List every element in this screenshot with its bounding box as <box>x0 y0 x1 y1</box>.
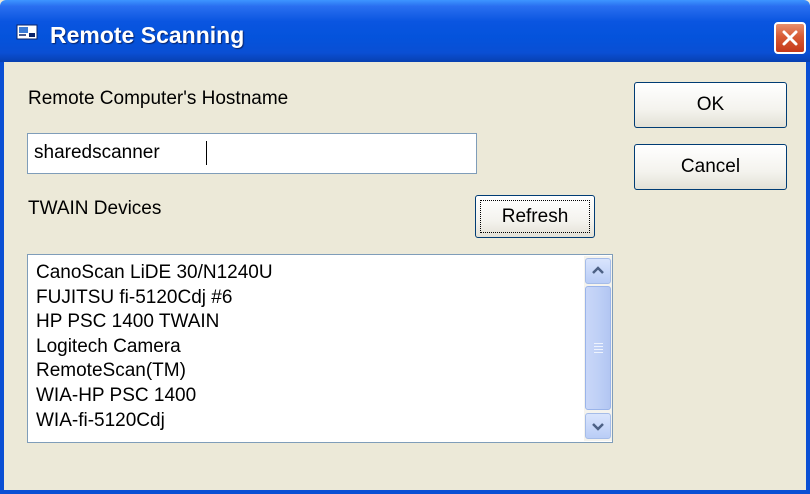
hostname-input[interactable]: sharedscanner <box>27 133 477 174</box>
refresh-button[interactable]: Refresh <box>475 195 595 238</box>
list-item[interactable]: WIA-HP PSC 1400 <box>36 384 273 409</box>
list-item[interactable]: Logitech Camera <box>36 335 273 360</box>
scroll-up-button[interactable] <box>585 258 611 284</box>
window-frame-bottom <box>0 490 810 494</box>
window-frame-right <box>806 62 810 494</box>
hostname-input-value: sharedscanner <box>34 142 160 163</box>
close-button[interactable] <box>774 22 806 54</box>
thumb-grip <box>594 349 603 350</box>
remote-scanning-dialog: Remote Scanning Remote Computer's Hostna… <box>0 0 810 494</box>
chevron-up-icon <box>592 266 604 274</box>
close-icon <box>782 30 798 46</box>
ok-button-label: OK <box>696 94 725 115</box>
window-title: Remote Scanning <box>50 22 245 48</box>
thumb-grip <box>594 346 603 347</box>
list-scrollbar[interactable] <box>584 256 612 441</box>
window-frame-left <box>0 62 4 494</box>
cancel-button-label: Cancel <box>680 156 741 177</box>
device-list-items: CanoScan LiDE 30/N1240U FUJITSU fi-5120C… <box>36 261 273 433</box>
twain-devices-label: TWAIN Devices <box>28 198 162 219</box>
thumb-grip <box>594 352 603 353</box>
text-caret <box>206 141 207 165</box>
list-item[interactable]: FUJITSU fi-5120Cdj #6 <box>36 286 273 311</box>
list-item[interactable]: RemoteScan(TM) <box>36 359 273 384</box>
twain-devices-list[interactable]: CanoScan LiDE 30/N1240U FUJITSU fi-5120C… <box>27 254 613 443</box>
scanner-app-icon <box>16 23 38 41</box>
title-bar[interactable]: Remote Scanning <box>0 0 810 62</box>
thumb-grip <box>594 343 603 344</box>
scroll-down-button[interactable] <box>585 413 611 439</box>
ok-button[interactable]: OK <box>634 82 787 128</box>
chevron-down-icon <box>592 423 604 431</box>
list-item[interactable]: WIA-fi-5120Cdj <box>36 409 273 434</box>
list-item[interactable]: HP PSC 1400 TWAIN <box>36 310 273 335</box>
scroll-thumb[interactable] <box>585 286 611 410</box>
list-item[interactable]: CanoScan LiDE 30/N1240U <box>36 261 273 286</box>
refresh-button-label: Refresh <box>501 205 569 227</box>
cancel-button[interactable]: Cancel <box>634 144 787 190</box>
hostname-label: Remote Computer's Hostname <box>28 88 289 109</box>
